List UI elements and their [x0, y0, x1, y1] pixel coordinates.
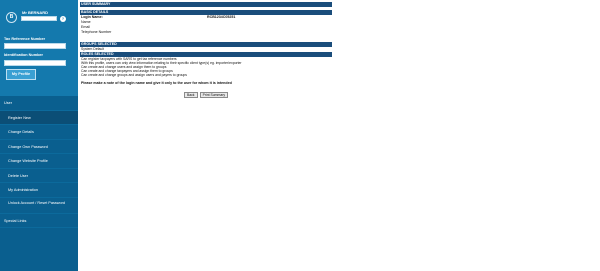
nav-item-my-administration[interactable]: My Administration [0, 183, 78, 198]
nav-item-change-own-password[interactable]: Change Own Password [0, 139, 78, 154]
nav-item-register-new[interactable]: Register New [0, 110, 78, 125]
avatar[interactable]: B [6, 12, 17, 23]
back-button[interactable]: Back [183, 92, 198, 98]
login-note: Please make a note of the login name and… [81, 81, 232, 85]
nav-item-delete-user[interactable]: Delete User [0, 168, 78, 183]
identification-number-label: Identification Number [4, 53, 44, 57]
sidebar: B Mr BERNARD ? Tax Reference Number Iden… [0, 0, 78, 271]
tax-reference-input[interactable] [4, 43, 66, 49]
identification-number-input[interactable] [4, 60, 66, 66]
nav-item-change-website-profile[interactable]: Change Website Profile [0, 154, 78, 169]
detail-row-telephone: Telephone Number [80, 30, 332, 35]
user-search-field[interactable] [21, 16, 57, 21]
action-buttons: Back Print Summary [80, 92, 332, 98]
my-profile-button[interactable]: My Profile [6, 69, 36, 80]
role-item: Can create and change groups and assign … [81, 73, 187, 77]
nav-section-special-links[interactable]: Special Links [0, 214, 78, 228]
user-name: Mr BERNARD [22, 10, 48, 15]
help-icon[interactable]: ? [60, 16, 66, 22]
nav-item-change-details[interactable]: Change Details [0, 125, 78, 140]
sidebar-nav: User Register New Change Details Change … [0, 96, 78, 228]
nav-item-unlock-account[interactable]: Unlock Account / Reset Password [0, 197, 78, 214]
print-summary-button[interactable]: Print Summary [199, 92, 229, 98]
main-content: USER SUMMARY BASIC DETAILS Login Name: R… [80, 2, 332, 98]
profile-panel: B Mr BERNARD ? Tax Reference Number Iden… [0, 0, 78, 96]
detail-key: Telephone Number [81, 30, 112, 34]
tax-reference-label: Tax Reference Number [4, 37, 46, 41]
nav-section-user[interactable]: User [0, 96, 78, 111]
